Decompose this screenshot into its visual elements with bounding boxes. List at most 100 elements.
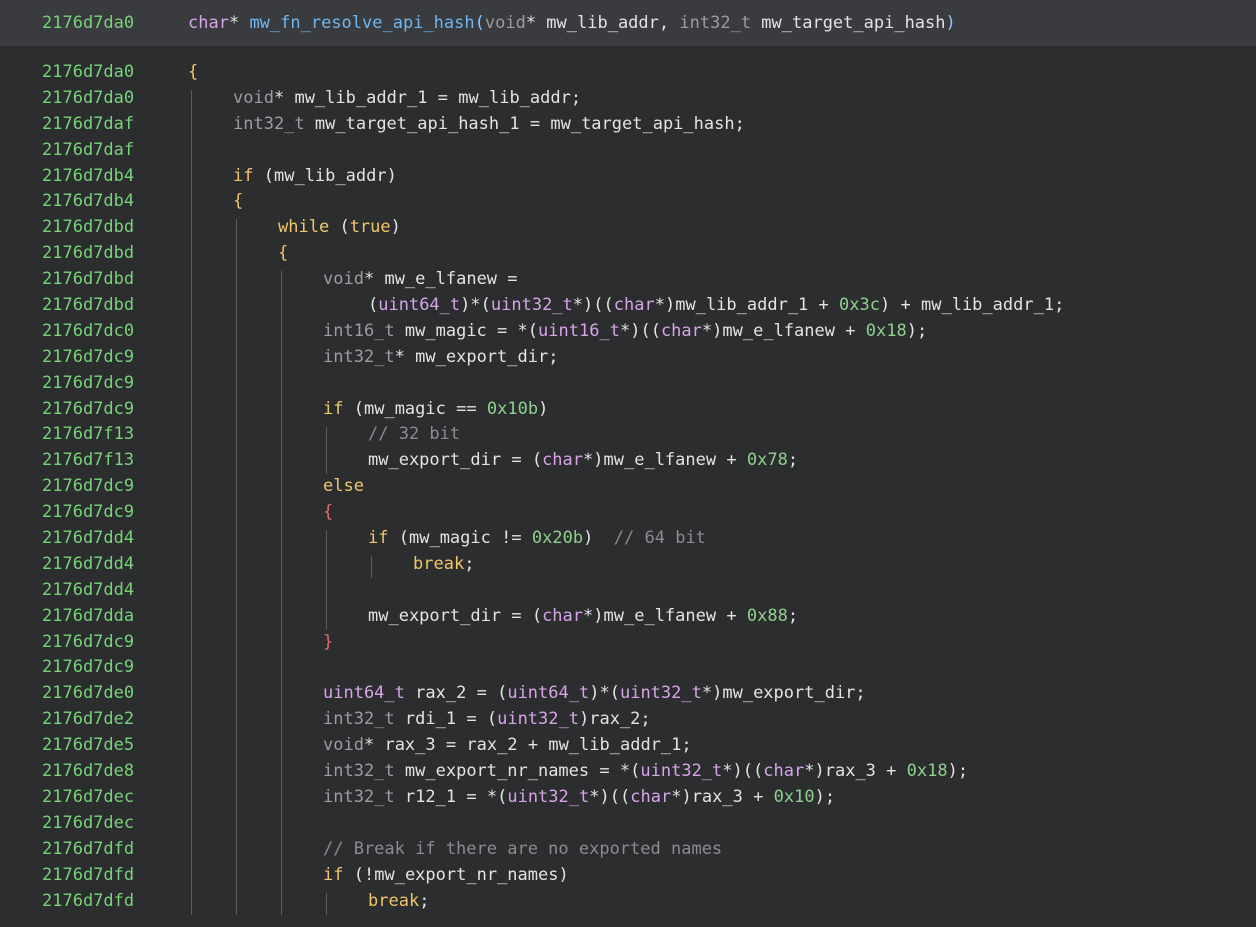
line-address[interactable]: 2176d7dfd: [42, 863, 134, 889]
line-source[interactable]: }: [323, 630, 333, 656]
decompiled-code-view[interactable]: 2176d7da0 {2176d7da0 void* mw_lib_addr_1 =…: [0, 60, 1256, 915]
code-line[interactable]: 2176d7db4 if (mw_lib_addr): [0, 164, 1256, 190]
line-source[interactable]: int32_t* mw_export_dir;: [323, 345, 558, 371]
param2-name[interactable]: mw_target_api_hash: [761, 13, 945, 33]
code-line[interactable]: 2176d7f13 mw_export_dir = (char*)mw_e_lfa…: [0, 448, 1256, 474]
line-source[interactable]: int32_t mw_export_nr_names = *(uint32_t*…: [323, 759, 968, 785]
line-address[interactable]: 2176d7da0: [42, 60, 134, 86]
code-line[interactable]: 2176d7dfd if (!mw_export_nr_names): [0, 863, 1256, 889]
code-line[interactable]: 2176d7dc9: [0, 371, 1256, 397]
line-source[interactable]: int32_t mw_target_api_hash_1 = mw_target…: [233, 112, 745, 138]
line-address[interactable]: 2176d7dbd: [42, 293, 134, 319]
line-address[interactable]: 2176d7dfd: [42, 889, 134, 915]
line-address[interactable]: 2176d7dbd: [42, 215, 134, 241]
code-line[interactable]: 2176d7dd4 if (mw_magic != 0x20b) // 64 bi…: [0, 526, 1256, 552]
line-source[interactable]: void* rax_3 = rax_2 + mw_lib_addr_1;: [323, 733, 692, 759]
code-line[interactable]: 2176d7dc9}: [0, 630, 1256, 656]
code-line[interactable]: 2176d7dc9 if (mw_magic == 0x10b): [0, 397, 1256, 423]
line-source[interactable]: {: [188, 60, 198, 86]
line-source[interactable]: // Break if there are no exported names: [323, 837, 722, 863]
code-line[interactable]: 2176d7da0 {: [0, 60, 1256, 86]
line-source[interactable]: void* mw_lib_addr_1 = mw_lib_addr;: [233, 86, 581, 112]
code-line[interactable]: 2176d7daf int32_t mw_target_api_hash_1 = …: [0, 112, 1256, 138]
line-address[interactable]: 2176d7dd4: [42, 526, 134, 552]
code-line[interactable]: 2176d7f13 // 32 bit: [0, 422, 1256, 448]
line-address[interactable]: 2176d7dec: [42, 811, 134, 837]
line-address[interactable]: 2176d7dc0: [42, 319, 134, 345]
line-address[interactable]: 2176d7de5: [42, 733, 134, 759]
line-address[interactable]: 2176d7dc9: [42, 474, 134, 500]
code-line[interactable]: 2176d7dc9: [0, 655, 1256, 681]
line-source[interactable]: if (mw_magic != 0x20b) // 64 bit: [368, 526, 706, 552]
code-line[interactable]: 2176d7dec: [0, 811, 1256, 837]
line-source[interactable]: break;: [413, 552, 474, 578]
line-address[interactable]: 2176d7dec: [42, 785, 134, 811]
line-source[interactable]: if (!mw_export_nr_names): [323, 863, 569, 889]
line-address[interactable]: 2176d7dfd: [42, 837, 134, 863]
code-line[interactable]: 2176d7dc9 int32_t* mw_export_dir;: [0, 345, 1256, 371]
line-address[interactable]: 2176d7dc9: [42, 655, 134, 681]
code-line[interactable]: 2176d7dfd break;: [0, 889, 1256, 915]
param1-name[interactable]: mw_lib_addr: [546, 13, 659, 33]
code-line[interactable]: 2176d7dbd {: [0, 241, 1256, 267]
line-address[interactable]: 2176d7daf: [42, 138, 134, 164]
line-address[interactable]: 2176d7dc9: [42, 345, 134, 371]
line-address[interactable]: 2176d7de0: [42, 681, 134, 707]
line-address[interactable]: 2176d7db4: [42, 189, 134, 215]
line-address[interactable]: 2176d7de8: [42, 759, 134, 785]
line-source[interactable]: int32_t rdi_1 = (uint32_t)rax_2;: [323, 707, 651, 733]
line-address[interactable]: 2176d7daf: [42, 112, 134, 138]
line-source[interactable]: while (true): [278, 215, 401, 241]
line-source[interactable]: {: [233, 189, 243, 215]
code-line[interactable]: 2176d7dc9 {: [0, 500, 1256, 526]
line-address[interactable]: 2176d7dd4: [42, 578, 134, 604]
code-line[interactable]: 2176d7dc9 else: [0, 474, 1256, 500]
code-line[interactable]: 2176d7dda mw_export_dir = (char*)mw_e_lfa…: [0, 604, 1256, 630]
code-line[interactable]: 2176d7dc0 int16_t mw_magic = *(uint16_t*)…: [0, 319, 1256, 345]
function-name[interactable]: mw_fn_resolve_api_hash: [249, 13, 474, 33]
line-address[interactable]: 2176d7dbd: [42, 241, 134, 267]
line-address[interactable]: 2176d7dbd: [42, 267, 134, 293]
code-line[interactable]: 2176d7dfd // Break if there are no export…: [0, 837, 1256, 863]
line-address[interactable]: 2176d7da0: [42, 86, 134, 112]
code-line[interactable]: 2176d7dbd (uint64_t)*(uint32_t*)((char*)m…: [0, 293, 1256, 319]
code-line[interactable]: 2176d7daf: [0, 138, 1256, 164]
line-address[interactable]: 2176d7dda: [42, 604, 134, 630]
line-source[interactable]: mw_export_dir = (char*)mw_e_lfanew + 0x8…: [368, 604, 798, 630]
line-source[interactable]: if (mw_lib_addr): [233, 164, 397, 190]
code-line[interactable]: 2176d7de2 int32_t rdi_1 = (uint32_t)rax_2…: [0, 707, 1256, 733]
line-address[interactable]: 2176d7dc9: [42, 500, 134, 526]
code-line[interactable]: 2176d7de5 void* rax_3 = rax_2 + mw_lib_ad…: [0, 733, 1256, 759]
line-address[interactable]: 2176d7f13: [42, 422, 134, 448]
line-address[interactable]: 2176d7dc9: [42, 397, 134, 423]
code-line[interactable]: 2176d7de0 uint64_t rax_2 = (uint64_t)*(ui…: [0, 681, 1256, 707]
line-address[interactable]: 2176d7dc9: [42, 630, 134, 656]
code-line[interactable]: 2176d7db4 {: [0, 189, 1256, 215]
code-line[interactable]: 2176d7dbd while (true): [0, 215, 1256, 241]
line-source[interactable]: (uint64_t)*(uint32_t*)((char*)mw_lib_add…: [368, 293, 1064, 319]
line-source[interactable]: mw_export_dir = (char*)mw_e_lfanew + 0x7…: [368, 448, 798, 474]
line-address[interactable]: 2176d7dd4: [42, 552, 134, 578]
line-source[interactable]: {: [278, 241, 288, 267]
line-source[interactable]: uint64_t rax_2 = (uint64_t)*(uint32_t*)m…: [323, 681, 866, 707]
line-address[interactable]: 2176d7de2: [42, 707, 134, 733]
line-source[interactable]: {: [323, 500, 333, 526]
line-source[interactable]: if (mw_magic == 0x10b): [323, 397, 548, 423]
signature-address[interactable]: 2176d7da0: [42, 10, 134, 36]
code-line[interactable]: 2176d7de8 int32_t mw_export_nr_names = *(…: [0, 759, 1256, 785]
signature-text[interactable]: char* mw_fn_resolve_api_hash(void* mw_li…: [188, 10, 956, 36]
line-source[interactable]: int32_t r12_1 = *(uint32_t*)((char*)rax_…: [323, 785, 835, 811]
line-address[interactable]: 2176d7f13: [42, 448, 134, 474]
line-address[interactable]: 2176d7db4: [42, 164, 134, 190]
code-line[interactable]: 2176d7dec int32_t r12_1 = *(uint32_t*)((c…: [0, 785, 1256, 811]
code-line[interactable]: 2176d7dd4: [0, 578, 1256, 604]
line-source[interactable]: // 32 bit: [368, 422, 460, 448]
line-source[interactable]: void* mw_e_lfanew =: [323, 267, 518, 293]
line-source[interactable]: break;: [368, 889, 429, 915]
line-address[interactable]: 2176d7dc9: [42, 371, 134, 397]
code-line[interactable]: 2176d7dbd void* mw_e_lfanew =: [0, 267, 1256, 293]
function-signature[interactable]: 2176d7da0 char* mw_fn_resolve_api_hash(v…: [0, 10, 1256, 36]
line-source[interactable]: else: [323, 474, 364, 500]
code-line[interactable]: 2176d7dd4 break;: [0, 552, 1256, 578]
line-source[interactable]: int16_t mw_magic = *(uint16_t*)((char*)m…: [323, 319, 927, 345]
